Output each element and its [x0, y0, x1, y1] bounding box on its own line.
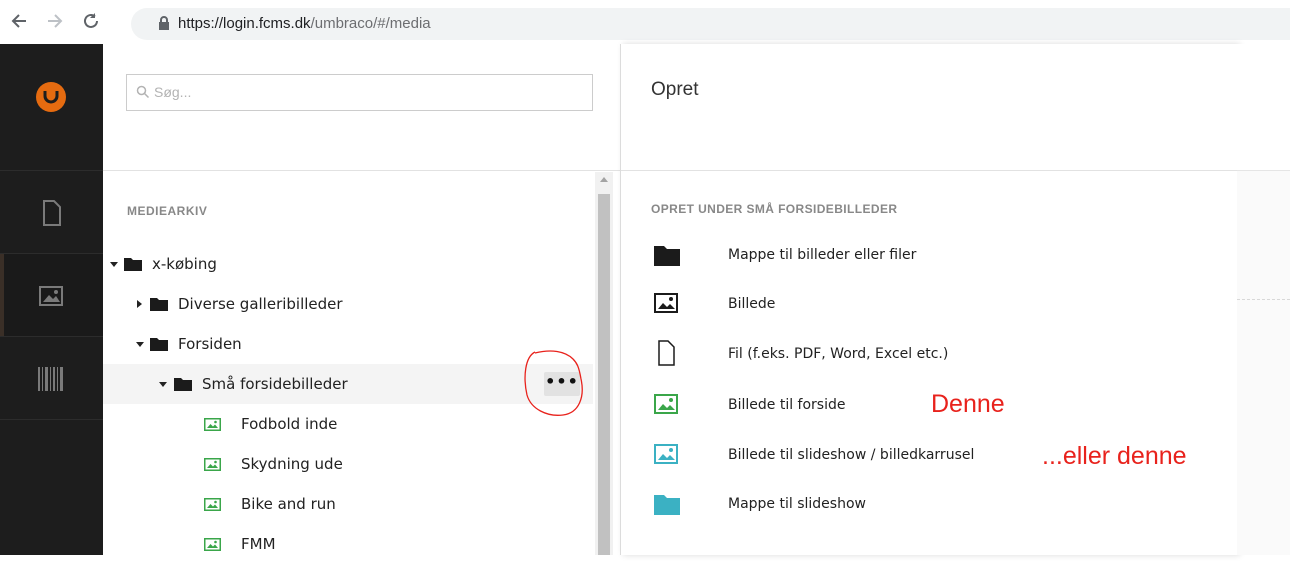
tree-item-label: Diverse galleribilleder [178, 295, 343, 313]
create-title: Opret [651, 79, 699, 100]
tree-scrollbar[interactable] [595, 172, 613, 555]
url-text[interactable]: https://login.fcms.dk/umbraco/#/media [178, 15, 431, 32]
url-path: /umbraco/#/media [310, 15, 431, 32]
nav-content[interactable] [0, 171, 103, 253]
image-teal-icon [654, 444, 678, 464]
tree-header: Søg... [103, 44, 620, 171]
create-panel: Opret OPRET UNDER SMÅ FORSIDEBILLEDER Ma… [620, 44, 1237, 555]
umbraco-app: Søg... MEDIEARKIV x-købing Diverse galle… [0, 44, 1290, 555]
tree-item-label: Små forsidebilleder [202, 375, 348, 393]
lock-icon [159, 16, 169, 30]
document-icon [43, 200, 61, 226]
tree-item-sma-forsidebilleder[interactable]: Små forsidebilleder ••• [103, 364, 593, 404]
caret-down-icon[interactable] [159, 382, 167, 387]
barcode-icon [38, 367, 63, 391]
create-option-label: Billede [728, 296, 776, 312]
scroll-thumb[interactable] [598, 194, 610, 555]
folder-teal-icon [654, 495, 680, 515]
image-green-icon [204, 458, 221, 471]
folder-icon [150, 338, 168, 351]
image-icon [39, 286, 63, 306]
tree-item-label: x-købing [152, 255, 217, 273]
tree-item-label: Fodbold inde [241, 415, 338, 433]
image-green-icon [204, 538, 221, 551]
tree-item-fodbold-inde[interactable]: Fodbold inde [103, 404, 593, 444]
tree-item-label: Forsiden [178, 335, 242, 353]
create-header: Opret [621, 44, 1237, 171]
create-option-image[interactable]: Billede [651, 285, 1211, 325]
section-nav [0, 44, 103, 555]
umbraco-logo-icon[interactable] [36, 82, 66, 112]
nav-media[interactable] [0, 254, 103, 336]
image-green-icon [204, 498, 221, 511]
main-header [1237, 44, 1290, 171]
create-option-label: Fil (f.eks. PDF, Word, Excel etc.) [728, 346, 949, 362]
tree-item-skydning-ude[interactable]: Skydning ude [103, 444, 593, 484]
folder-icon [150, 298, 168, 311]
image-icon [654, 293, 678, 313]
folder-icon [124, 258, 142, 271]
tree-item-label: Bike and run [241, 495, 336, 513]
forward-icon[interactable] [44, 10, 66, 32]
more-actions-button[interactable]: ••• [544, 372, 580, 396]
annotation-denne: Denne [931, 390, 1005, 418]
media-tree-panel: Søg... MEDIEARKIV x-købing Diverse galle… [103, 44, 620, 555]
caret-right-icon[interactable] [137, 300, 142, 308]
file-icon [658, 340, 675, 366]
scroll-up-icon[interactable] [600, 177, 608, 182]
tree-item-fmm[interactable]: FMM [103, 524, 593, 564]
image-green-icon [204, 418, 221, 431]
tree-item-bike-and-run[interactable]: Bike and run [103, 484, 593, 524]
create-option-label: Billede til slideshow / billedkarrusel [728, 447, 975, 463]
tree-item-x-kobing[interactable]: x-købing [103, 244, 593, 284]
create-option-file[interactable]: Fil (f.eks. PDF, Word, Excel etc.) [651, 335, 1211, 375]
caret-down-icon[interactable] [136, 342, 144, 347]
create-subtitle: OPRET UNDER SMÅ FORSIDEBILLEDER [651, 202, 898, 216]
create-option-label: Mappe til billeder eller filer [728, 247, 917, 263]
tree-item-forsiden[interactable]: Forsiden [103, 324, 593, 364]
dashed-divider [1237, 299, 1290, 300]
caret-down-icon[interactable] [110, 262, 118, 267]
folder-icon [654, 246, 680, 266]
section-title: MEDIEARKIV [127, 204, 208, 218]
url-host: https://login.fcms.dk [178, 15, 311, 32]
image-green-icon [654, 394, 678, 414]
reload-icon[interactable] [80, 10, 102, 32]
tree-item-label: Skydning ude [241, 455, 343, 473]
create-option-folder[interactable]: Mappe til billeder eller filer [651, 236, 1211, 276]
browser-toolbar: https://login.fcms.dk/umbraco/#/media [0, 0, 1290, 44]
create-option-label: Billede til forside [728, 397, 846, 413]
search-placeholder: Søg... [154, 84, 192, 100]
search-icon [136, 85, 150, 99]
create-option-label: Mappe til slideshow [728, 496, 866, 512]
main-content-area [1237, 44, 1290, 555]
back-icon[interactable] [8, 10, 30, 32]
annotation-eller-denne: ...eller denne [1042, 442, 1187, 470]
create-option-mappe-til-slideshow[interactable]: Mappe til slideshow [651, 485, 1211, 525]
tree-item-label: FMM [241, 535, 276, 553]
folder-icon [174, 378, 192, 391]
nav-settings[interactable] [0, 337, 103, 419]
tree-item-diverse-galleribilleder[interactable]: Diverse galleribilleder [103, 284, 593, 324]
search-input[interactable]: Søg... [126, 74, 593, 111]
